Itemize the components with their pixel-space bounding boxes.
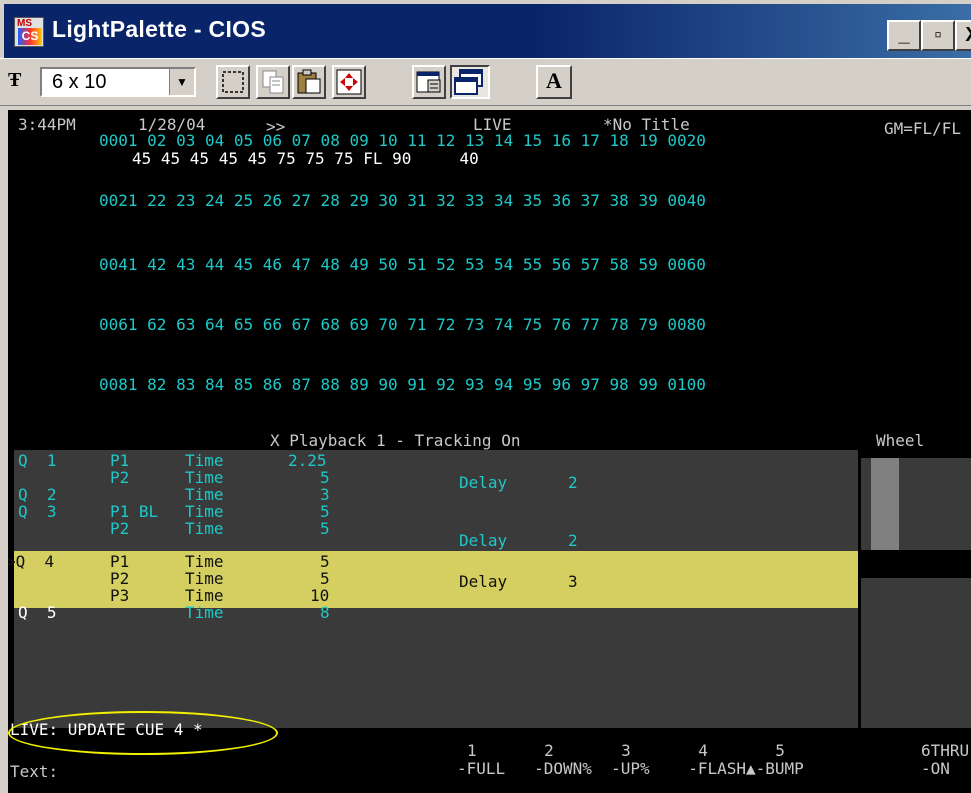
font-size-value: 6 x 10	[52, 71, 107, 93]
clock-time: 3:44PM	[18, 115, 76, 134]
close-button[interactable]: X	[955, 20, 971, 51]
clipboard-icon	[297, 69, 321, 94]
selected-cue-highlight	[14, 551, 858, 608]
channel-row-1[interactable]: 0001 02 03 04 05 06 07 08 09 10 11 12 13…	[99, 132, 706, 150]
window-title: LightPalette - CIOS	[52, 16, 266, 42]
title-bar[interactable]: MS CS LightPalette - CIOS _ ▫ X	[4, 4, 971, 58]
softkey-6-number: 6THRU	[921, 741, 970, 760]
playback-header: X Playback 1 - Tracking On	[270, 431, 521, 450]
wheel-level-bar[interactable]	[871, 458, 899, 550]
channel-row-2[interactable]: 0021 22 23 24 25 26 27 28 29 30 31 32 33…	[99, 192, 706, 210]
properties-icon	[416, 71, 441, 93]
move-button[interactable]	[332, 65, 366, 99]
move-arrows-icon	[336, 69, 362, 95]
wheel-panel[interactable]	[861, 450, 971, 728]
restore-button[interactable]: ▫	[921, 20, 955, 51]
cue-delay-value: 2	[568, 473, 578, 492]
properties-button[interactable]	[412, 65, 446, 99]
window-layout-button[interactable]	[450, 65, 490, 99]
paste-button[interactable]	[292, 65, 326, 99]
console-display: 3:44PM 1/28/04 >> LIVE *No Title GM=FL/F…	[8, 110, 971, 793]
toolbar: Ŧ 6 x 10 ▼ A	[0, 58, 971, 106]
dashed-rectangle-icon	[222, 71, 244, 93]
cue-time-value: 5	[320, 519, 330, 538]
cue-number-selected[interactable]: >Q 4	[8, 553, 54, 571]
cue-part: P2	[110, 468, 130, 487]
copy-icon	[262, 70, 284, 94]
cue-number[interactable]: Q 5	[18, 604, 57, 622]
softkey-numbers: 1 2 3 4 5	[467, 741, 785, 760]
wheel-label: Wheel	[876, 431, 925, 450]
cue-time-label: Time	[185, 603, 224, 622]
channel-row-4[interactable]: 0061 62 63 64 65 66 67 68 69 70 71 72 73…	[99, 316, 706, 334]
text-prompt[interactable]: Text:	[10, 763, 58, 781]
copy-button[interactable]	[256, 65, 290, 99]
cue-delay-label: Delay	[459, 572, 508, 591]
cue-part: P2	[110, 519, 130, 538]
cue-time-label: Time	[185, 519, 224, 538]
softkey-6-label[interactable]: -ON	[921, 760, 950, 778]
cue-number[interactable]: Q 3	[18, 503, 57, 521]
app-logo-icon: MS CS	[14, 17, 44, 47]
cue-delay-label: Delay	[459, 531, 508, 550]
channel-levels-row-1: 45 45 45 45 45 75 75 75 FL 90 40	[132, 149, 479, 168]
chevron-down-icon[interactable]: ▼	[169, 69, 194, 95]
minimize-button[interactable]: _	[887, 20, 921, 51]
cue-time-value: 8	[320, 603, 330, 622]
select-region-button[interactable]	[216, 65, 250, 99]
annotation-ellipse	[8, 711, 278, 755]
softkey-labels[interactable]: -FULL -DOWN% -UP% -FLASH▲-BUMP	[457, 760, 804, 778]
channel-row-5[interactable]: 0081 82 83 84 85 86 87 88 89 90 91 92 93…	[99, 376, 706, 394]
cue-part: P3	[110, 586, 130, 605]
lightpalette-window: MS CS LightPalette - CIOS _ ▫ X Ŧ 6 x 10…	[0, 0, 971, 793]
font-icon: Ŧ	[8, 69, 22, 91]
wheel-track-lower	[861, 578, 971, 728]
font-size-select[interactable]: 6 x 10 ▼	[40, 67, 196, 97]
cue-delay-value: 3	[568, 572, 578, 591]
channel-row-3[interactable]: 0041 42 43 44 45 46 47 48 49 50 51 52 53…	[99, 256, 706, 274]
cue-number[interactable]: Q 1	[18, 452, 57, 470]
app-logo-text-bottom: CS	[18, 28, 42, 45]
cue-delay-value: 2	[568, 531, 578, 550]
cue-delay-label: Delay	[459, 473, 508, 492]
grandmaster-status: GM=FL/FL	[884, 119, 962, 138]
font-style-button[interactable]: A	[536, 65, 572, 99]
cascade-windows-icon	[454, 69, 483, 95]
